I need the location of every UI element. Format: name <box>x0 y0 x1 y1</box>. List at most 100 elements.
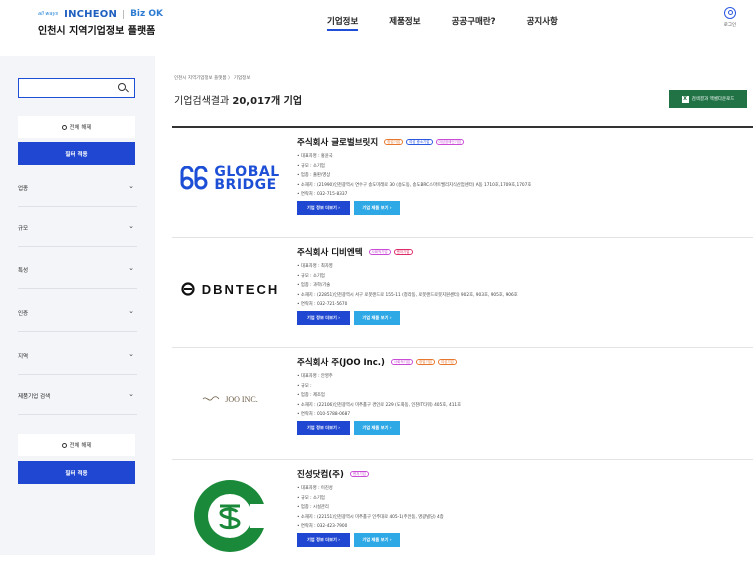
company-info-button[interactable]: 기업 정보 더보기 › <box>297 200 350 215</box>
user-icon <box>724 7 736 19</box>
company-logo[interactable]: GLOBAL BRIDGE <box>174 141 286 217</box>
tag-badge: 벤처기업 <box>393 249 413 255</box>
info-ceo: • 대표자명 : 안영주 <box>297 374 333 379</box>
apply-filter-button[interactable]: 필터 적용 <box>18 142 135 165</box>
company-info: • 대표자명 : 최자영 • 규모 : 소기업 • 업종 : 과학/기술 • 소… <box>297 262 747 310</box>
result-prefix: 기업검색결과 <box>174 96 233 107</box>
tag-badge: 사회적기업 <box>390 359 413 365</box>
logo-bizok-text: Biz OK <box>130 9 164 19</box>
company-products-button[interactable]: 기업 제품 보기 › <box>354 420 400 435</box>
filter-label: 제품기업 검색 <box>18 394 51 400</box>
info-contact: • 연락처 : 032-715-8337 <box>297 192 348 198</box>
company-products-button[interactable]: 기업 제품 보기 › <box>354 310 400 325</box>
filter-size[interactable]: 규모 ⌄ <box>18 207 137 247</box>
company-info-button[interactable]: 기업 정보 더보기 › <box>297 420 350 435</box>
chevron-down-icon: ⌄ <box>128 390 134 398</box>
filter-label: 특성 <box>18 268 29 274</box>
info-size: • 규모 : 소기업 <box>297 495 325 501</box>
excel-download-button[interactable]: X 검색결과 엑셀다운로드 <box>669 90 747 108</box>
joo-logo-icon <box>202 396 220 401</box>
chevron-down-icon: ⌄ <box>128 182 134 190</box>
chevron-down-icon: ⌄ <box>128 307 134 315</box>
company-logo[interactable]: DBNTECH <box>174 251 286 327</box>
filter-product-company[interactable]: 제품기업 검색 ⌄ <box>18 375 137 415</box>
company-logo[interactable] <box>174 474 286 558</box>
info-ceo: • 대표자명 : 홍윤국 <box>297 154 333 159</box>
chevron-down-icon: ⌄ <box>128 350 134 358</box>
login-label: 로그인 <box>723 23 737 28</box>
info-address: • 소재지 : (21990)인천광역시 연수구 송도미래로 30 (송도동, … <box>297 182 532 188</box>
login-button[interactable]: 로그인 <box>721 7 739 28</box>
company-info: • 대표자명 : 이진성 • 규모 : 소기업 • 업종 : 시설관리 • 소재… <box>297 484 747 532</box>
filter-characteristic[interactable]: 특성 ⌄ <box>18 249 137 289</box>
nav-company-info[interactable]: 기업정보 <box>327 15 359 31</box>
info-size: • 규모 : <box>297 383 312 389</box>
company-name[interactable]: 주식회사 글로벌브릿지 <box>297 136 378 148</box>
global-bridge-logo-icon <box>180 166 208 190</box>
tag-badge: 여성장애인기업 <box>435 139 465 145</box>
company-card: DBNTECH 주식회사 디비엔텍 사회적기업 벤처기업 • 대표자명 : 최자… <box>172 238 753 348</box>
tag-badge: 창업기업 <box>416 359 435 365</box>
result-title: 기업검색결과 20,017개 기업 <box>174 92 302 107</box>
company-card: 진성닷컴(주) 벤처기업 • 대표자명 : 이진성 • 규모 : 소기업 • 업… <box>172 460 753 560</box>
search-input[interactable] <box>18 78 135 98</box>
logo-incheon-text: INCHEON <box>64 8 118 20</box>
jinsung-logo-icon <box>194 480 268 552</box>
site-logo[interactable]: all ways INCHEON Biz OK 인천시 지역기업정보 플랫폼 <box>38 8 164 38</box>
company-info-button[interactable]: 기업 정보 더보기 › <box>297 532 350 547</box>
excel-icon: X <box>681 95 689 103</box>
excel-label: 검색결과 엑셀다운로드 <box>691 97 735 102</box>
reset-icon <box>61 442 67 448</box>
site-header: all ways INCHEON Biz OK 인천시 지역기업정보 플랫폼 기… <box>0 0 753 44</box>
filter-label: 지역 <box>18 354 29 360</box>
chevron-down-icon: ⌄ <box>128 222 134 230</box>
filter-certification[interactable]: 인증 ⌄ <box>18 292 137 332</box>
chevron-down-icon: ⌄ <box>128 264 134 272</box>
info-industry: • 업종 : 과학/기술 <box>297 283 331 289</box>
tag-badge: 창업기업 <box>384 139 404 145</box>
reset-icon <box>61 124 67 130</box>
filter-region[interactable]: 지역 ⌄ <box>18 335 137 375</box>
company-logo[interactable]: JOO INC. <box>174 361 286 437</box>
reset-all-button[interactable]: 전체 해제 <box>18 116 135 138</box>
info-contact: • 연락처 : 010-5788-0687 <box>297 412 351 418</box>
company-name[interactable]: 주식회사 디비엔텍 <box>297 246 363 258</box>
filter-industry[interactable]: 업종 ⌄ <box>18 167 137 207</box>
info-size: • 규모 : 소기업 <box>297 163 325 169</box>
logo-word1: JOO INC. <box>225 394 258 404</box>
logo-divider <box>123 9 125 19</box>
dbntech-logo-icon <box>181 282 195 296</box>
apply-filter-button-bottom[interactable]: 필터 적용 <box>18 461 135 484</box>
breadcrumb: 인천시 지역기업정보 플랫폼 〉 기업정보 <box>174 76 251 81</box>
site-title: 인천시 지역기업정보 플랫폼 <box>38 26 156 37</box>
logo-word1: DBNTECH <box>201 281 280 297</box>
nav-notices[interactable]: 공지사항 <box>527 15 558 31</box>
company-name[interactable]: 진성닷컴(주) <box>297 468 344 480</box>
info-industry: • 업종 : 제조업 <box>297 393 325 399</box>
reset-all-button-bottom[interactable]: 전체 해제 <box>18 434 135 456</box>
info-industry: • 업종 : 시설관리 <box>297 505 329 511</box>
search-icon[interactable] <box>118 83 126 91</box>
company-name[interactable]: 주식회사 주(JOO Inc.) <box>297 356 385 368</box>
info-contact: • 연락처 : 032-721-5670 <box>297 302 348 308</box>
reset-label: 전체 해제 <box>69 443 92 449</box>
company-info: • 대표자명 : 안영주 • 규모 : • 업종 : 제조업 • 소재지 : (… <box>297 372 747 420</box>
logo-allways-text: all ways <box>38 11 59 17</box>
company-info-button[interactable]: 기업 정보 더보기 › <box>297 310 350 325</box>
info-industry: • 업종 : 출판/영상 <box>297 173 331 179</box>
nav-public-purchase[interactable]: 공공구매란? <box>452 15 496 31</box>
filter-label: 규모 <box>18 226 29 232</box>
info-contact: • 연락처 : 032-423-7900 <box>297 524 348 530</box>
company-products-button[interactable]: 기업 제품 보기 › <box>354 532 400 547</box>
info-address: • 소재지 : (22151)인천광역시 미추홀구 인주대로 405-1(주안동… <box>297 514 444 520</box>
info-ceo: • 대표자명 : 이진성 <box>297 486 333 491</box>
filter-sidebar: 전체 해제 필터 적용 업종 ⌄ 규모 ⌄ 특성 ⌄ 인증 ⌄ 지역 ⌄ 제품기… <box>0 56 155 555</box>
info-address: • 소재지 : (22106)인천광역시 미추홀구 경인로 229 (도화동, … <box>297 402 462 408</box>
company-card: GLOBAL BRIDGE 주식회사 글로벌브릿지 창업기업 여성 중소기업 여… <box>172 128 753 238</box>
filter-label: 인증 <box>18 311 29 317</box>
nav-product-info[interactable]: 제품정보 <box>389 15 420 31</box>
filter-label: 업종 <box>18 186 29 192</box>
tag-badge: 벤처기업 <box>349 471 369 477</box>
company-products-button[interactable]: 기업 제품 보기 › <box>354 200 400 215</box>
info-size: • 규모 : 소기업 <box>297 273 325 279</box>
